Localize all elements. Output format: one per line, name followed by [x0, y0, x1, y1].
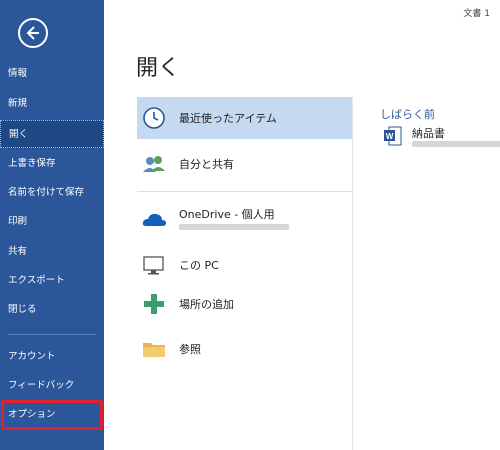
location-shared-label: 自分と共有: [179, 158, 234, 171]
back-button[interactable]: [18, 18, 48, 48]
pc-icon: [143, 256, 164, 275]
location-divider: [137, 191, 352, 192]
recent-section-heading: しばらく前: [380, 108, 435, 121]
nav-divider: [8, 334, 96, 335]
onedrive-account-redacted: [179, 224, 289, 230]
cloud-icon: [142, 213, 166, 226]
location-recent[interactable]: 最近使ったアイテム: [137, 97, 352, 139]
nav-account[interactable]: アカウント: [0, 343, 104, 371]
recent-panel: しばらく前 W 納品書: [380, 106, 500, 147]
backstage-main: 文書 1 開く 最近使ったアイテム 自分と共有 OneDrive - 個人用 こ…: [104, 0, 500, 450]
people-icon: [143, 156, 165, 172]
options-highlight-box: [1, 400, 103, 430]
word-doc-icon: W: [384, 126, 402, 146]
nav-print[interactable]: 印刷: [0, 208, 104, 236]
recent-file-item[interactable]: W 納品書: [380, 124, 500, 154]
clock-icon: [143, 107, 165, 129]
nav-open[interactable]: 開く: [0, 120, 104, 148]
page-title: 開く: [136, 56, 181, 81]
location-shared[interactable]: 自分と共有: [137, 143, 352, 185]
backstage-sidebar: 情報 新規 開く 上書き保存 名前を付けて保存 印刷 共有 エクスポート 閉じる…: [0, 0, 104, 450]
location-add-place-label: 場所の追加: [179, 298, 234, 311]
location-add-place[interactable]: 場所の追加: [137, 283, 352, 325]
nav-save-as[interactable]: 名前を付けて保存: [0, 179, 104, 207]
location-list: 最近使ったアイテム 自分と共有 OneDrive - 個人用 この PC 場所の…: [137, 97, 352, 450]
panel-divider: [352, 97, 353, 450]
location-this-pc[interactable]: この PC: [137, 244, 352, 286]
nav-feedback[interactable]: フィードバック: [0, 372, 104, 400]
recent-file-name: 納品書: [412, 127, 445, 140]
svg-text:W: W: [386, 132, 394, 141]
nav-info[interactable]: 情報: [0, 60, 104, 88]
location-browse[interactable]: 参照: [137, 328, 352, 370]
recent-file-path-redacted: [412, 141, 500, 147]
location-recent-label: 最近使ったアイテム: [179, 112, 277, 125]
document-title: 文書 1: [463, 9, 490, 19]
folder-icon: [143, 343, 165, 357]
plus-icon: [144, 294, 164, 314]
location-onedrive[interactable]: OneDrive - 個人用: [137, 199, 352, 241]
location-this-pc-label: この PC: [179, 259, 219, 272]
nav-close[interactable]: 閉じる: [0, 296, 104, 324]
location-onedrive-label: OneDrive - 個人用: [179, 208, 275, 221]
nav-share[interactable]: 共有: [0, 238, 104, 266]
nav-export[interactable]: エクスポート: [0, 267, 104, 295]
nav-new[interactable]: 新規: [0, 90, 104, 118]
back-arrow-icon: [26, 26, 39, 40]
nav-save[interactable]: 上書き保存: [0, 150, 104, 178]
location-browse-label: 参照: [179, 343, 201, 356]
